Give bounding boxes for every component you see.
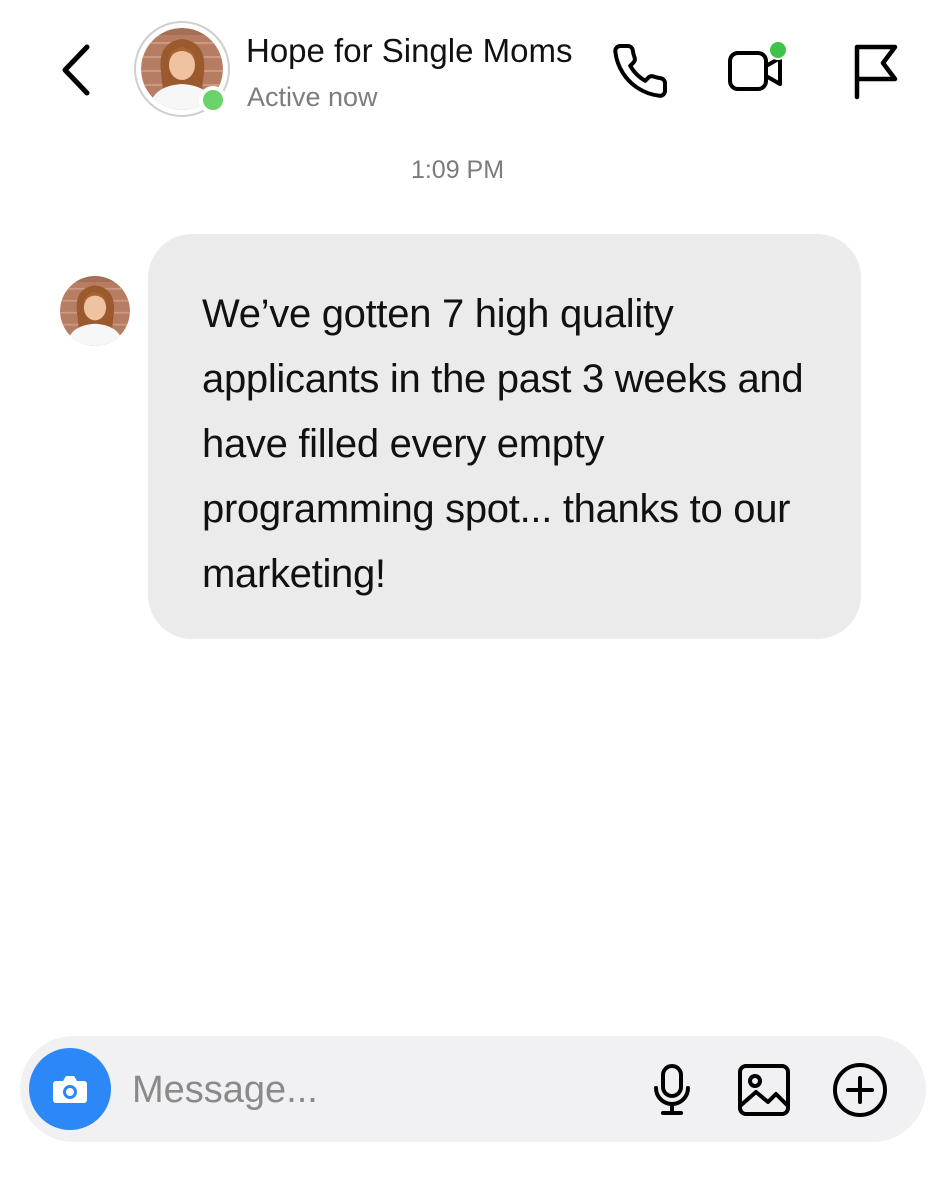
message-input[interactable]: [132, 1064, 632, 1116]
image-icon: [738, 1064, 790, 1116]
report-button[interactable]: [840, 36, 910, 106]
online-status-dot: [199, 86, 227, 114]
gallery-button[interactable]: [734, 1060, 794, 1120]
contact-name[interactable]: Hope for Single Moms: [246, 31, 572, 71]
plus-circle-icon: [833, 1063, 887, 1117]
call-button[interactable]: [605, 36, 675, 106]
message-bubble[interactable]: We’ve gotten 7 high quality applicants i…: [148, 234, 861, 639]
voice-message-button[interactable]: [642, 1060, 702, 1120]
active-status: Active now: [247, 82, 378, 112]
chevron-left-icon: [62, 44, 90, 96]
more-options-button[interactable]: [830, 1060, 890, 1120]
sender-avatar[interactable]: [60, 276, 130, 346]
camera-icon: [53, 1076, 87, 1103]
video-call-button[interactable]: [724, 36, 794, 106]
flag-icon: [854, 44, 898, 100]
avatar-image: [60, 276, 130, 346]
chat-header: Hope for Single Moms Active now: [0, 0, 945, 140]
message-timestamp: 1:09 PM: [410, 156, 505, 184]
message-text: We’ve gotten 7 high quality applicants i…: [202, 292, 804, 596]
microphone-icon: [654, 1064, 690, 1115]
message-composer: [20, 1036, 926, 1142]
back-button[interactable]: [48, 38, 104, 102]
video-camera-icon: [728, 40, 788, 91]
phone-icon: [613, 44, 668, 98]
camera-button[interactable]: [29, 1048, 111, 1130]
